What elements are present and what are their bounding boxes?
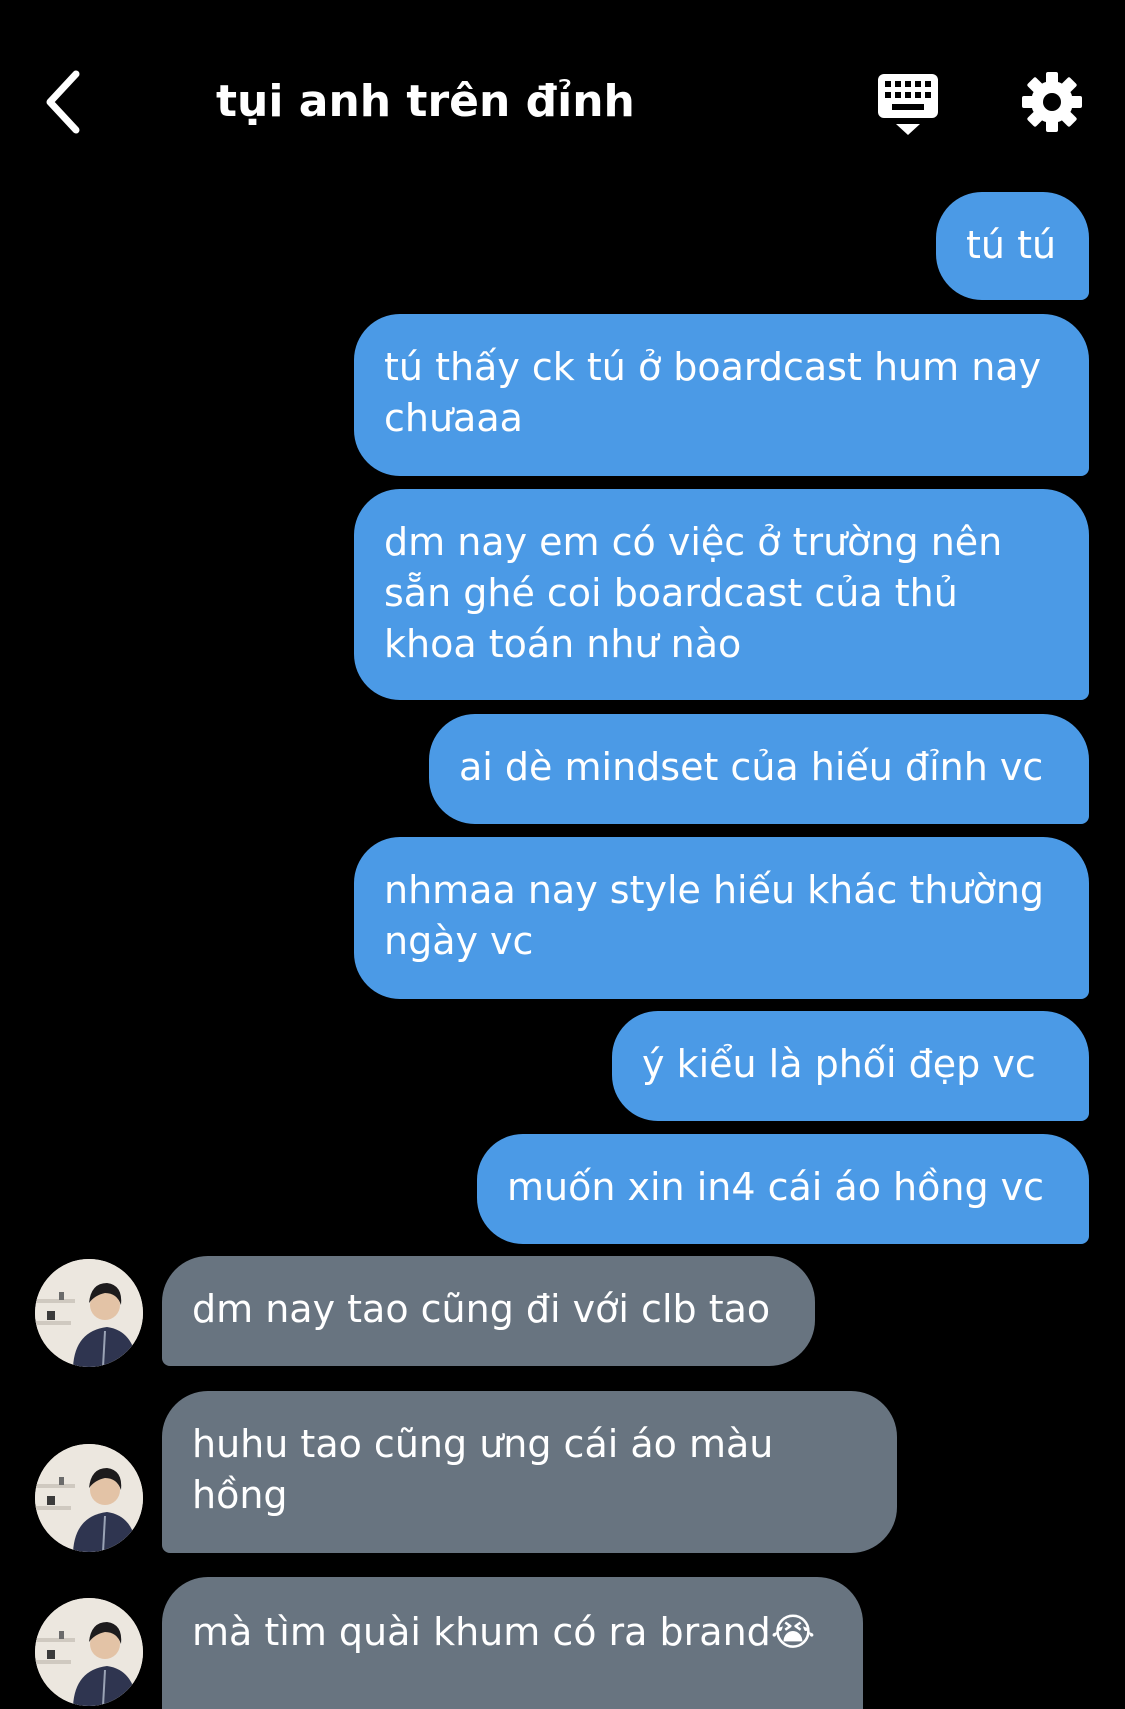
avatar[interactable] <box>35 1259 143 1367</box>
message-bubble-outgoing[interactable]: ý kiểu là phối đẹp vc <box>612 1011 1089 1121</box>
avatar-photo <box>35 1444 143 1552</box>
message-line: tú tú <box>966 223 1057 267</box>
message-line: muốn xin in4 cái áo hồng vc <box>507 1165 1045 1209</box>
message-line: sẵn ghé coi boardcast của thủ <box>384 571 958 615</box>
message-bubble-outgoing[interactable]: nhmaa nay style hiếu khác thường ngày vc <box>354 837 1089 999</box>
message-bubble-outgoing[interactable]: ai dè mindset của hiếu đỉnh vc <box>429 714 1089 824</box>
message-line: mà tìm quài khum có ra brand😭 <box>192 1610 816 1654</box>
message-line: tú thấy ck tú ở boardcast hum nay <box>384 345 1042 389</box>
message-line: hồng <box>192 1473 288 1517</box>
message-bubble-outgoing[interactable]: tú thấy ck tú ở boardcast hum nay chưaaa <box>354 314 1089 476</box>
message-bubble-outgoing[interactable]: muốn xin in4 cái áo hồng vc <box>477 1134 1089 1244</box>
message-line: ngày vc <box>384 919 534 963</box>
message-bubble-outgoing[interactable]: dm nay em có việc ở trường nên sẵn ghé c… <box>354 489 1089 700</box>
message-bubble-outgoing[interactable]: tú tú <box>936 192 1089 300</box>
message-bubble-incoming[interactable]: mà tìm quài khum có ra brand😭 <box>162 1577 863 1709</box>
message-line: chưaaa <box>384 396 523 440</box>
message-line: dm nay tao cũng đi với clb tao <box>192 1287 771 1331</box>
message-bubble-incoming[interactable]: huhu tao cũng ưng cái áo màu hồng <box>162 1391 897 1553</box>
avatar[interactable] <box>35 1598 143 1706</box>
message-line: nhmaa nay style hiếu khác thường <box>384 868 1045 912</box>
message-list: tú tú tú thấy ck tú ở boardcast hum nay … <box>0 0 1125 1709</box>
message-line: huhu tao cũng ưng cái áo màu <box>192 1422 774 1466</box>
avatar-photo <box>35 1598 143 1706</box>
message-line: khoa toán như nào <box>384 622 742 666</box>
message-bubble-incoming[interactable]: dm nay tao cũng đi với clb tao <box>162 1256 815 1366</box>
message-line: dm nay em có việc ở trường nên <box>384 520 1003 564</box>
avatar[interactable] <box>35 1444 143 1552</box>
message-line: ý kiểu là phối đẹp vc <box>642 1042 1036 1086</box>
avatar-photo <box>35 1259 143 1367</box>
message-line: ai dè mindset của hiếu đỉnh vc <box>459 745 1044 789</box>
